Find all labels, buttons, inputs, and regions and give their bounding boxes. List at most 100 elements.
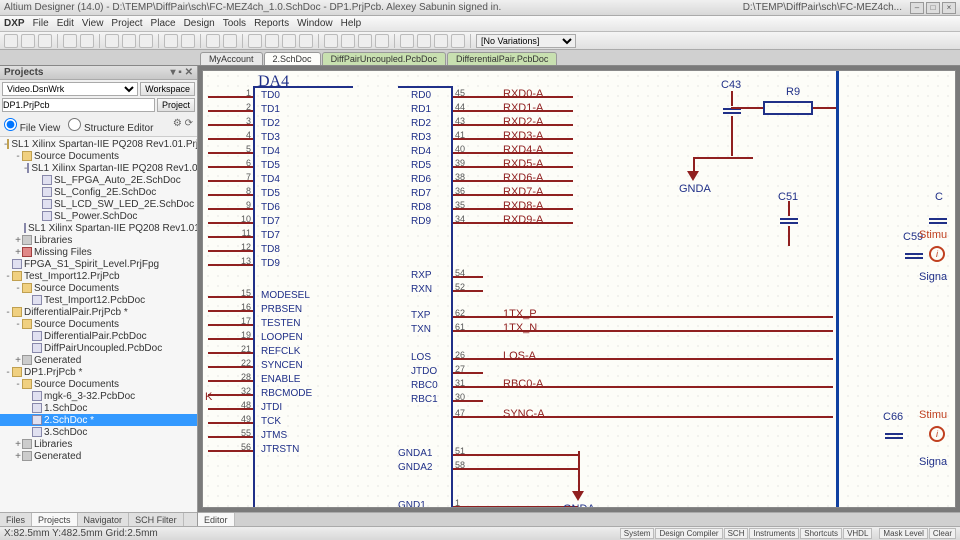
menu-file[interactable]: File [33,18,49,29]
tree-row[interactable]: -Source Documents [0,150,197,162]
tab-2schdoc[interactable]: 2.SchDoc [264,52,321,65]
menu-window[interactable]: Window [297,18,333,29]
sb-designcompiler[interactable]: Design Compiler [655,528,722,539]
tb-undo[interactable] [164,34,178,48]
sb-vhdl[interactable]: VHDL [843,528,872,539]
tree-row[interactable]: -SL1 Xilinx Spartan-IIE PQ208 Rev1.01.Sc… [0,162,197,174]
tree-row[interactable]: +Missing Files [0,246,197,258]
canvas-tab-editor[interactable]: Editor [198,513,235,526]
tree-row[interactable]: 1.SchDoc [0,402,197,414]
tab-diffpair[interactable]: DifferentialPair.PcbDoc [447,52,557,65]
tb-misc4[interactable] [299,34,313,48]
tree-row[interactable]: mgk-6_3-32.PcbDoc [0,390,197,402]
tree-row[interactable]: DifferentialPair.PcbDoc [0,330,197,342]
tree-row[interactable]: -DP1.PrjPcb * [0,366,197,378]
menu-project[interactable]: Project [111,18,142,29]
menu-edit[interactable]: Edit [57,18,74,29]
sb-shortcuts[interactable]: Shortcuts [800,528,842,539]
tb-new[interactable] [4,34,18,48]
btab-projects[interactable]: Projects [32,513,78,526]
tree-row[interactable]: SL1 Xilinx Spartan-IIE PQ208 Rev1.01.Pcb… [0,222,197,234]
sb-sch[interactable]: SCH [724,528,749,539]
status-coords: X:82.5mm Y:482.5mm Grid:2.5mm [4,528,158,539]
tb-wire[interactable] [417,34,431,48]
btab-files[interactable]: Files [0,513,32,526]
tb-zoomfit[interactable] [223,34,237,48]
tb-open[interactable] [21,34,35,48]
tree-row[interactable]: -SL1 Xilinx Spartan-IIE PQ208 Rev1.01.Pr… [0,138,197,150]
tree-row[interactable]: +Libraries [0,438,197,450]
tree-row[interactable]: Test_Import12.PcbDoc [0,294,197,306]
panel-pin-icon[interactable]: ▾ ▪ ✕ [171,67,194,78]
tree-row[interactable]: SL_LCD_SW_LED_2E.SchDoc [0,198,197,210]
close-button[interactable]: × [942,2,956,14]
tree-row[interactable]: SL_FPGA_Auto_2E.SchDoc [0,174,197,186]
tb-misc8[interactable] [375,34,389,48]
project-tree[interactable]: -SL1 Xilinx Spartan-IIE PQ208 Rev1.01.Pr… [0,137,197,512]
pin-name: RD1 [411,104,431,115]
tab-diffpairunc[interactable]: DiffPairUncoupled.PcbDoc [322,52,446,65]
tb-paste[interactable] [139,34,153,48]
menu-place[interactable]: Place [151,18,176,29]
menu-help[interactable]: Help [341,18,362,29]
pin-name: ENABLE [261,374,300,385]
maximize-button[interactable]: □ [926,2,940,14]
menu-tools[interactable]: Tools [223,18,246,29]
tree-row[interactable]: +Generated [0,354,197,366]
variations-select[interactable]: [No Variations] [476,34,576,48]
minimize-button[interactable]: – [910,2,924,14]
tb-preview[interactable] [80,34,94,48]
menu-design[interactable]: Design [184,18,215,29]
tb-misc2[interactable] [265,34,279,48]
tree-row[interactable]: 2.SchDoc * [0,414,197,426]
tree-row[interactable]: SL_Power.SchDoc [0,210,197,222]
project-button[interactable]: Project [157,98,195,112]
tb-misc1[interactable] [248,34,262,48]
menu-reports[interactable]: Reports [254,18,289,29]
tree-row[interactable]: FPGA_S1_Spirit_Level.PrjFpg [0,258,197,270]
workspace-button[interactable]: Workspace [140,82,195,96]
tb-part[interactable] [451,34,465,48]
menu-view[interactable]: View [82,18,104,29]
tree-row[interactable]: 3.SchDoc [0,426,197,438]
tree-row[interactable]: +Generated [0,450,197,462]
tab-myaccount[interactable]: MyAccount [200,52,263,65]
pin-number: 41 [455,130,475,140]
tb-bus[interactable] [434,34,448,48]
sb-clear[interactable]: Clear [929,528,956,539]
btab-schfilter[interactable]: SCH Filter [129,513,184,526]
sb-mask[interactable]: Mask Level [879,528,927,539]
tree-row[interactable]: -DifferentialPair.PrjPcb * [0,306,197,318]
tb-zoom[interactable] [206,34,220,48]
tree-row[interactable]: -Source Documents [0,282,197,294]
tb-misc7[interactable] [358,34,372,48]
tree-row[interactable]: +Libraries [0,234,197,246]
tb-copy[interactable] [122,34,136,48]
sb-instruments[interactable]: Instruments [749,528,799,539]
schematic-canvas[interactable]: DA4 1TD02TD13TD24TD35TD46TD57TD48TD59TD6… [202,70,956,508]
panel-tool-icon[interactable]: ⚙ ⟳ [173,118,193,134]
tree-row[interactable]: -Test_Import12.PrjPcb [0,270,197,282]
tb-net[interactable] [400,34,414,48]
file-view-radio[interactable]: File View [4,118,60,134]
tree-row[interactable]: DiffPairUncoupled.PcbDoc [0,342,197,354]
tree-row[interactable]: -Source Documents [0,318,197,330]
tb-print[interactable] [63,34,77,48]
tree-row[interactable]: -Source Documents [0,378,197,390]
structure-editor-radio[interactable]: Structure Editor [68,118,153,134]
tb-cut[interactable] [105,34,119,48]
tb-misc3[interactable] [282,34,296,48]
tb-misc5[interactable] [324,34,338,48]
net-label: 1TX_N [503,322,537,334]
dxp-menu[interactable]: DXP [4,18,25,29]
pin-name: REFCLK [261,346,300,357]
tb-misc6[interactable] [341,34,355,48]
project-field[interactable] [2,98,155,112]
sb-system[interactable]: System [620,528,655,539]
tree-row[interactable]: SL_Config_2E.SchDoc [0,186,197,198]
tb-save[interactable] [38,34,52,48]
net-label: RXD6-A [503,172,543,184]
workspace-select[interactable]: Video.DsnWrk [2,82,138,96]
tb-redo[interactable] [181,34,195,48]
btab-navigator[interactable]: Navigator [78,513,130,526]
